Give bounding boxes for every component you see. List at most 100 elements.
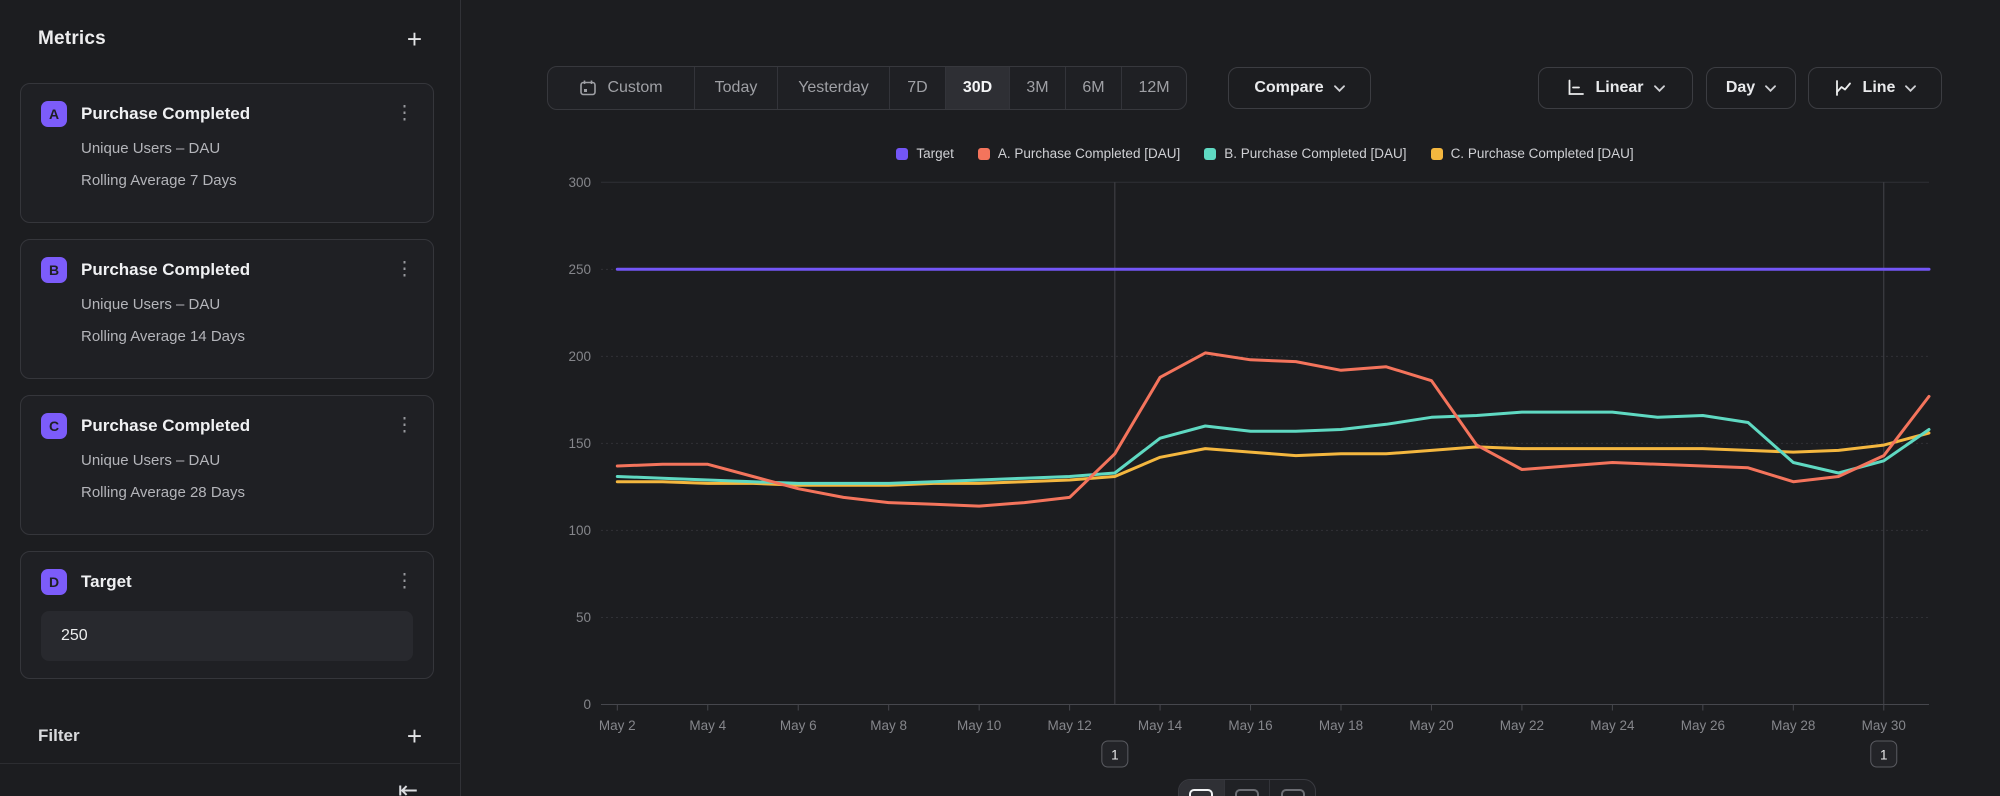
table-view-icon	[1235, 789, 1259, 796]
range-12m[interactable]: 12M	[1122, 67, 1186, 109]
scale-label: Linear	[1595, 79, 1643, 97]
metric-letter-chip: C	[41, 413, 67, 439]
target-value-input[interactable]	[41, 611, 413, 661]
filter-title: Filter	[38, 726, 80, 746]
view-details-button[interactable]	[1270, 780, 1315, 796]
x-axis-tick-label: May 22	[1500, 718, 1544, 733]
chart-view-icon	[1189, 789, 1213, 796]
compare-label: Compare	[1254, 79, 1323, 97]
more-options-icon[interactable]: ⋮	[395, 259, 413, 281]
x-axis-tick-label: May 28	[1771, 718, 1815, 733]
x-axis-tick-label: May 18	[1319, 718, 1363, 733]
range-label: Today	[715, 79, 758, 97]
metric-card-b[interactable]: B Purchase Completed ⋮ Unique Users – DA…	[20, 239, 434, 379]
chevron-down-icon	[1654, 85, 1665, 92]
more-options-icon[interactable]: ⋮	[395, 571, 413, 593]
line-chart-icon	[1834, 79, 1853, 97]
chevron-down-icon	[1765, 85, 1776, 92]
metric-letter-chip: A	[41, 101, 67, 127]
metric-measure: Unique Users – DAU	[81, 296, 413, 313]
chart-type-button[interactable]: Line	[1808, 67, 1942, 109]
x-axis-tick-label: May 20	[1409, 718, 1453, 733]
y-axis-tick-label: 50	[576, 610, 591, 625]
range-custom[interactable]: Custom	[548, 67, 695, 109]
x-axis-tick-label: May 24	[1590, 718, 1635, 733]
date-range-control: Custom Today Yesterday 7D 30D 3M 6M 12M	[547, 66, 1187, 110]
metric-name: Purchase Completed	[81, 416, 381, 436]
range-today[interactable]: Today	[695, 67, 778, 109]
filter-header: Filter +	[38, 726, 422, 746]
metric-card-b-header: B Purchase Completed ⋮	[41, 257, 413, 283]
metric-card-c[interactable]: C Purchase Completed ⋮ Unique Users – DA…	[20, 395, 434, 535]
metric-measure: Unique Users – DAU	[81, 140, 413, 157]
y-axis-tick-label: 100	[568, 523, 591, 538]
metric-name: Purchase Completed	[81, 104, 381, 124]
metric-letter-chip: B	[41, 257, 67, 283]
range-30d[interactable]: 30D	[946, 67, 1010, 109]
metrics-title: Metrics	[38, 28, 106, 50]
chart-view-switcher	[1178, 779, 1316, 796]
chevron-down-icon	[1334, 85, 1345, 92]
x-axis-tick-label: May 8	[870, 718, 907, 733]
view-table-button[interactable]	[1225, 780, 1271, 796]
y-axis-tick-label: 150	[568, 436, 591, 451]
range-label: 30D	[963, 79, 992, 97]
metric-letter-chip: D	[41, 569, 67, 595]
details-view-icon	[1281, 789, 1305, 796]
range-yesterday[interactable]: Yesterday	[778, 67, 890, 109]
target-name: Target	[81, 572, 381, 592]
target-card-header: D Target ⋮	[41, 569, 413, 595]
metric-card-a[interactable]: A Purchase Completed ⋮ Unique Users – DA…	[20, 83, 434, 223]
chevron-down-icon	[1905, 85, 1916, 92]
metric-card-c-header: C Purchase Completed ⋮	[41, 413, 413, 439]
x-axis-tick-label: May 12	[1047, 718, 1091, 733]
metrics-sidebar: Metrics + A Purchase Completed ⋮ Unique …	[0, 0, 461, 796]
metric-transform: Rolling Average 28 Days	[81, 484, 413, 501]
more-options-icon[interactable]: ⋮	[395, 103, 413, 125]
range-label: Yesterday	[798, 79, 869, 97]
view-chart-button[interactable]	[1179, 780, 1225, 796]
target-card[interactable]: D Target ⋮	[20, 551, 434, 679]
x-axis-tick-label: May 6	[780, 718, 817, 733]
range-label: 7D	[907, 79, 927, 97]
y-axis-tick-label: 250	[568, 262, 591, 277]
range-7d[interactable]: 7D	[890, 67, 946, 109]
series-line-metric	[617, 412, 1929, 483]
y-axis-tick-label: 0	[583, 697, 591, 712]
collapse-sidebar-icon[interactable]: ⇤	[398, 776, 418, 796]
more-options-icon[interactable]: ⋮	[395, 415, 413, 437]
range-6m[interactable]: 6M	[1066, 67, 1122, 109]
interval-button[interactable]: Day	[1706, 67, 1796, 109]
x-axis-tick-label: May 2	[599, 718, 636, 733]
sidebar-divider	[0, 763, 460, 764]
compare-button[interactable]: Compare	[1228, 67, 1371, 109]
y-axis-tick-label: 300	[568, 175, 591, 190]
range-label: 12M	[1138, 79, 1169, 97]
chart-type-label: Line	[1863, 79, 1896, 97]
line-chart-plot[interactable]: 0 50 100 150 200 250 300 May 2 May 4 May 6 May 8 Ma…	[461, 130, 2000, 796]
x-axis-tick-label: May 30	[1862, 718, 1906, 733]
calendar-icon	[579, 79, 597, 97]
range-label: 3M	[1026, 79, 1048, 97]
metric-transform: Rolling Average 7 Days	[81, 172, 413, 189]
annotation-badge-label: 1	[1880, 748, 1888, 763]
series-line-metric	[617, 433, 1929, 485]
x-axis-tick-label: May 14	[1138, 718, 1183, 733]
scale-button[interactable]: Linear	[1538, 67, 1693, 109]
x-axis-tick-label: May 16	[1228, 718, 1272, 733]
add-metric-button[interactable]: +	[407, 29, 422, 49]
range-label: 6M	[1082, 79, 1104, 97]
range-label: Custom	[607, 79, 662, 97]
metrics-dashboard: Metrics + A Purchase Completed ⋮ Unique …	[0, 0, 2000, 796]
metric-measure: Unique Users – DAU	[81, 452, 413, 469]
range-3m[interactable]: 3M	[1010, 67, 1066, 109]
x-axis-tick-label: May 10	[957, 718, 1001, 733]
x-axis-tick-label: May 26	[1681, 718, 1725, 733]
metrics-header: Metrics +	[38, 28, 422, 50]
add-filter-button[interactable]: +	[407, 726, 422, 746]
metric-card-a-header: A Purchase Completed ⋮	[41, 101, 413, 127]
x-axis-tick-label: May 4	[689, 718, 726, 733]
metric-transform: Rolling Average 14 Days	[81, 328, 413, 345]
y-axis-tick-label: 200	[568, 349, 591, 364]
linear-scale-icon	[1566, 79, 1585, 97]
